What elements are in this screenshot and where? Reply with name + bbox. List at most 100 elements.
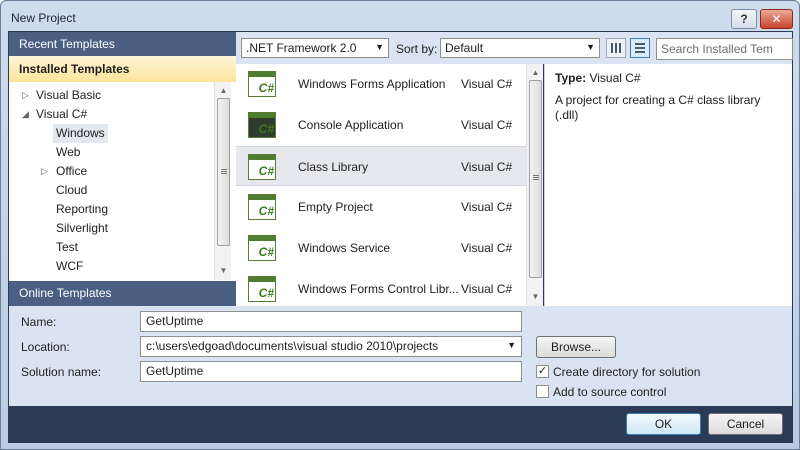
- tree-item[interactable]: Windows: [9, 124, 214, 143]
- chevron-down-icon: ▼: [375, 42, 384, 52]
- tree-item-label: Web: [56, 145, 81, 159]
- recent-templates-header[interactable]: Recent Templates: [9, 32, 236, 56]
- tree-item-label: Office: [56, 164, 88, 178]
- tree-item[interactable]: ▷ Visual Basic: [9, 86, 214, 105]
- tree-item-label: Visual Basic: [36, 88, 102, 102]
- template-description: A project for creating a C# class librar…: [555, 93, 761, 122]
- chevron-down-icon: ▼: [507, 340, 516, 350]
- window-title: New Project: [11, 11, 76, 25]
- name-input[interactable]: GetUptime: [140, 311, 522, 332]
- template-name: Windows Forms Control Libr...: [298, 282, 458, 296]
- search-installed-templates-input[interactable]: Search Installed Tem: [656, 38, 793, 60]
- sort-select[interactable]: Default ▼: [440, 38, 600, 58]
- tree-item[interactable]: ▷ Office: [9, 162, 214, 181]
- template-name: Class Library: [298, 160, 369, 174]
- tree-item-label: Windows: [53, 124, 108, 143]
- template-language: Visual C#: [461, 241, 513, 255]
- collapse-arrow-icon[interactable]: ◢: [22, 105, 29, 124]
- tree-item[interactable]: WCF: [9, 257, 214, 276]
- template-row[interactable]: C# Console Application Visual C#: [236, 105, 526, 145]
- location-input[interactable]: c:\users\edgoad\documents\visual studio …: [140, 336, 522, 357]
- tree-item[interactable]: Reporting: [9, 200, 214, 219]
- tree-item[interactable]: Silverlight: [9, 219, 214, 238]
- chevron-down-icon: ▼: [586, 42, 595, 52]
- tree-item-label: Test: [56, 240, 79, 254]
- template-row[interactable]: C# Windows Forms Application Visual C#: [236, 64, 526, 104]
- tree-item-label: Reporting: [56, 202, 109, 216]
- template-name: Empty Project: [298, 200, 373, 214]
- tree-item-label: Cloud: [56, 183, 88, 197]
- online-templates-header[interactable]: Online Templates: [9, 281, 236, 306]
- expand-arrow-icon[interactable]: ▷: [41, 162, 48, 181]
- template-row[interactable]: C# Windows Service Visual C#: [236, 228, 526, 268]
- template-toolbar: .NET Framework 2.0 ▼ Sort by: Default ▼ …: [236, 32, 793, 64]
- list-view-button[interactable]: [630, 38, 650, 58]
- new-project-dialog: New Project ? ✕ Recent Templates Install…: [0, 0, 800, 450]
- template-row[interactable]: C# Class Library Visual C#: [236, 146, 526, 186]
- scroll-thumb[interactable]: [529, 80, 542, 278]
- tree-item[interactable]: Cloud: [9, 181, 214, 200]
- tree-item[interactable]: Test: [9, 238, 214, 257]
- help-button[interactable]: ?: [731, 9, 757, 29]
- scroll-down-icon[interactable]: ▼: [527, 290, 544, 304]
- framework-value: .NET Framework 2.0: [246, 41, 357, 55]
- template-language: Visual C#: [461, 160, 513, 174]
- location-value: c:\users\edgoad\documents\visual studio …: [146, 339, 439, 353]
- tree-item-label: WCF: [56, 259, 84, 273]
- type-label: Type:: [555, 71, 587, 85]
- installed-templates-header[interactable]: Installed Templates: [9, 56, 236, 82]
- close-button[interactable]: ✕: [760, 9, 793, 29]
- template-name: Windows Service: [298, 241, 391, 255]
- name-label: Name:: [21, 315, 57, 329]
- project-form: Name: GetUptime Location: c:\users\edgoa…: [9, 306, 792, 406]
- console-icon: C#: [248, 112, 276, 138]
- template-row[interactable]: C# Windows Forms Control Libr... Visual C#: [236, 269, 526, 306]
- template-name: Console Application: [298, 118, 404, 132]
- scroll-up-icon[interactable]: ▲: [215, 84, 232, 98]
- template-type: Type: Visual C#: [555, 71, 782, 85]
- tree-item[interactable]: Web: [9, 143, 214, 162]
- tree-scrollbar[interactable]: ▲ ▼: [214, 82, 231, 280]
- class-library-icon: C#: [248, 154, 276, 180]
- template-categories-panel: Recent Templates Installed Templates ▷ Vi…: [9, 32, 236, 306]
- sort-value: Default: [445, 41, 484, 55]
- windows-forms-icon: C#: [248, 71, 276, 97]
- scroll-thumb[interactable]: [217, 98, 230, 246]
- location-label: Location:: [21, 340, 70, 354]
- template-language: Visual C#: [461, 118, 513, 132]
- framework-select[interactable]: .NET Framework 2.0 ▼: [241, 38, 389, 58]
- name-value: GetUptime: [146, 314, 204, 328]
- template-language: Visual C#: [461, 77, 513, 91]
- close-icon: ✕: [771, 12, 782, 26]
- scroll-up-icon[interactable]: ▲: [527, 66, 544, 80]
- template-language: Visual C#: [461, 282, 513, 296]
- source-control-label: Add to source control: [553, 385, 667, 399]
- templates-list: C# Windows Forms Application Visual C# C# Co…: [236, 64, 526, 306]
- solution-name-input[interactable]: GetUptime: [140, 361, 522, 382]
- scroll-down-icon[interactable]: ▼: [215, 264, 232, 278]
- help-icon: ?: [740, 12, 748, 26]
- ok-button[interactable]: OK: [626, 413, 701, 435]
- tree-item-label: Visual C#: [36, 107, 88, 121]
- template-name: Windows Forms Application: [298, 77, 446, 91]
- templates-scrollbar[interactable]: ▲ ▼: [526, 64, 543, 306]
- windows-service-icon: C#: [248, 235, 276, 261]
- solution-name-label: Solution name:: [21, 365, 102, 379]
- template-tree: ▷ Visual Basic ◢ Visual C# Windows Web ▷ Office…: [9, 86, 214, 276]
- search-placeholder: Search Installed Tem: [661, 42, 773, 56]
- template-language: Visual C#: [461, 200, 513, 214]
- dialog-client: Recent Templates Installed Templates ▷ Vi…: [8, 31, 793, 443]
- dialog-button-bar: OK Cancel: [9, 406, 792, 442]
- source-control-checkbox[interactable]: [536, 385, 549, 398]
- cancel-button[interactable]: Cancel: [708, 413, 783, 435]
- create-directory-checkbox[interactable]: ✓: [536, 365, 549, 378]
- tree-item[interactable]: ◢ Visual C#: [9, 105, 214, 124]
- small-icons-view-button[interactable]: [606, 38, 626, 58]
- template-row[interactable]: C# Empty Project Visual C#: [236, 187, 526, 227]
- template-info-panel: Type: Visual C# A project for creating a…: [544, 64, 792, 306]
- expand-arrow-icon[interactable]: ▷: [22, 86, 29, 105]
- type-value: Visual C#: [589, 71, 641, 85]
- sort-label: Sort by:: [396, 42, 438, 56]
- browse-button[interactable]: Browse...: [536, 336, 616, 358]
- create-directory-label: Create directory for solution: [553, 365, 701, 379]
